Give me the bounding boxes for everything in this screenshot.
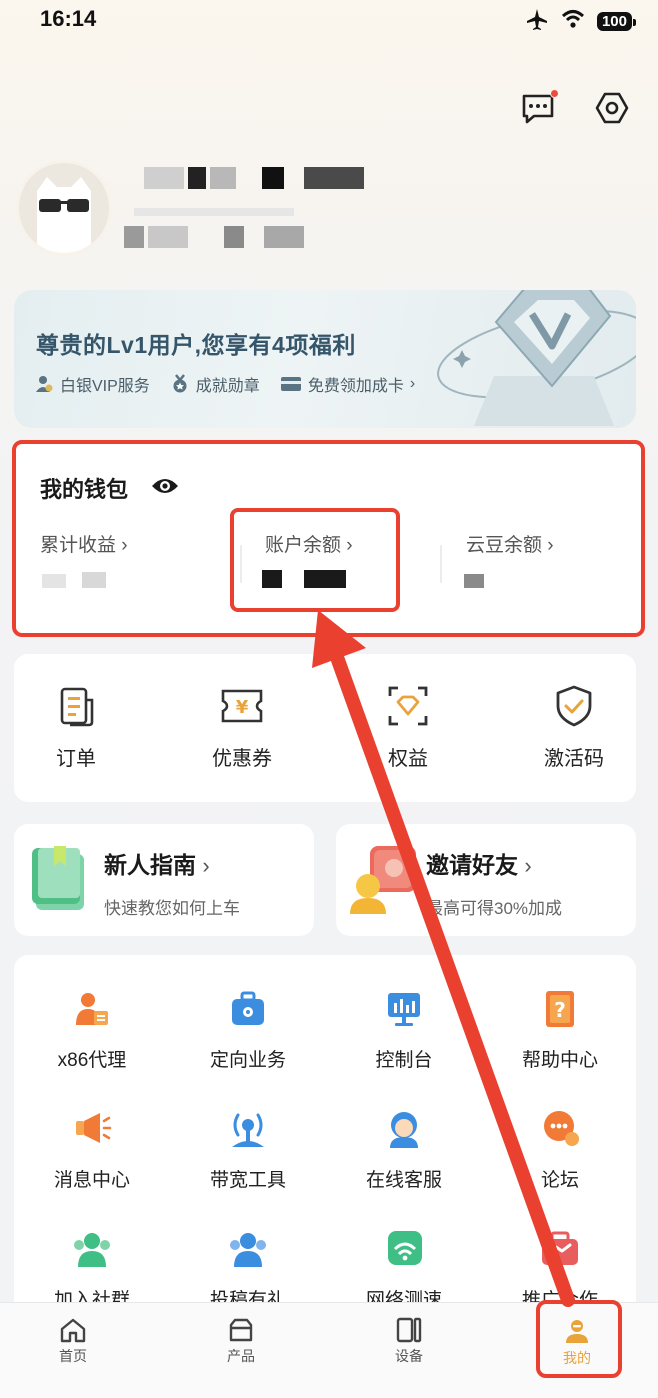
megaphone-icon	[76, 1113, 112, 1143]
service-x86-proxy[interactable]: x86代理	[22, 985, 162, 1075]
vip-banner[interactable]: 尊贵的Lv1用户,您享有4项福利 白银VIP服务 成就勋章 免费领加成卡 ›	[14, 290, 636, 428]
monitor-chart-icon	[388, 993, 420, 1026]
forum-chat-icon	[544, 1111, 579, 1146]
service-online-support[interactable]: 在线客服	[334, 1105, 474, 1195]
cat-sunglasses-icon	[37, 177, 91, 253]
users-icon	[230, 1233, 266, 1267]
diamond-frame-icon	[388, 686, 428, 726]
svg-text:¥: ¥	[236, 697, 249, 718]
signal-tower-icon	[232, 1113, 264, 1147]
nav-label: 设备	[395, 1348, 423, 1364]
status-icons: 100	[525, 8, 637, 35]
nav-devices[interactable]: 设备	[364, 1317, 454, 1366]
svg-text:?: ?	[554, 998, 566, 1022]
devices-icon	[396, 1317, 422, 1343]
proxy-agent-icon	[76, 993, 108, 1025]
nav-products[interactable]: 产品	[196, 1317, 286, 1366]
redacted-user-id	[124, 206, 354, 250]
quick-item-label: 激活码	[544, 748, 604, 770]
vip-benefit-medal: 成就勋章	[170, 372, 260, 396]
chevron-right-icon: ›	[202, 853, 210, 878]
coupon-icon: ¥	[221, 689, 263, 723]
help-book-icon: ?	[546, 991, 574, 1027]
avatar[interactable]	[16, 160, 112, 256]
user-badge-icon	[36, 376, 53, 392]
home-icon	[60, 1318, 86, 1343]
nav-label: 产品	[227, 1348, 255, 1364]
unread-dot	[550, 89, 559, 98]
service-directed-business[interactable]: 定向业务	[178, 985, 318, 1075]
vip-benefit-service: 白银VIP服务	[34, 372, 150, 396]
order-icon	[60, 687, 94, 727]
box-icon	[229, 1318, 253, 1342]
quick-actions-card: 订单 ¥ 优惠券 权益 激活码	[14, 654, 636, 802]
group-icon	[74, 1233, 110, 1267]
airplane-icon	[525, 8, 549, 35]
gear-icon	[595, 92, 629, 124]
invite-title: 邀请好友 ›	[426, 852, 532, 878]
nav-home[interactable]: 首页	[28, 1317, 118, 1366]
briefcase-icon	[232, 991, 264, 1025]
wifi-icon	[561, 9, 585, 34]
newbie-guide-card[interactable]: 新人指南 › 快速教您如何上车	[14, 824, 314, 936]
chevron-right-icon: ›	[524, 853, 532, 878]
medal-icon	[173, 374, 187, 393]
vip-title: 尊贵的Lv1用户,您享有4项福利	[36, 332, 356, 358]
customer-service-icon	[390, 1112, 418, 1148]
shield-check-icon	[556, 685, 592, 727]
quick-item-label: 优惠券	[212, 748, 272, 770]
guide-subtitle: 快速教您如何上车	[104, 899, 240, 918]
service-bandwidth-tools[interactable]: 带宽工具	[178, 1105, 318, 1195]
services-card: x86代理 定向业务 控制台 ? 帮助中心 消息中心 带宽工具 在线客服 论坛 …	[14, 955, 636, 1315]
status-time: 16:14	[40, 6, 97, 31]
guide-title: 新人指南 ›	[104, 852, 210, 878]
service-forum[interactable]: 论坛	[490, 1105, 630, 1195]
vip-benefits: 白银VIP服务 成就勋章 免费领加成卡 ›	[34, 372, 415, 396]
invite-gift-icon	[350, 846, 416, 914]
invite-friends-card[interactable]: 邀请好友 › 最高可得30%加成	[336, 824, 636, 936]
service-help-center[interactable]: ? 帮助中心	[490, 985, 630, 1075]
quick-item-label: 权益	[388, 748, 428, 770]
quick-item-label: 订单	[56, 748, 96, 770]
chat-bubble-icon	[522, 94, 554, 124]
invite-subtitle: 最高可得30%加成	[426, 899, 563, 918]
nav-label: 首页	[59, 1348, 87, 1364]
message-button[interactable]	[520, 89, 559, 124]
speed-wifi-icon	[388, 1231, 422, 1265]
guide-book-icon	[32, 846, 84, 910]
vip-benefit-card: 免费领加成卡 ›	[280, 372, 415, 396]
battery-indicator: 100	[596, 12, 637, 31]
settings-button[interactable]	[594, 90, 630, 126]
vip-diamond-icon	[437, 290, 636, 426]
handshake-icon	[542, 1231, 578, 1265]
annotation-me-tab-highlight	[536, 1300, 622, 1378]
card-icon	[280, 377, 301, 391]
redacted-username	[140, 165, 370, 191]
annotation-balance-highlight	[230, 508, 400, 612]
service-console[interactable]: 控制台	[334, 985, 474, 1075]
service-message-center[interactable]: 消息中心	[22, 1105, 162, 1195]
chevron-right-icon: ›	[409, 375, 416, 392]
